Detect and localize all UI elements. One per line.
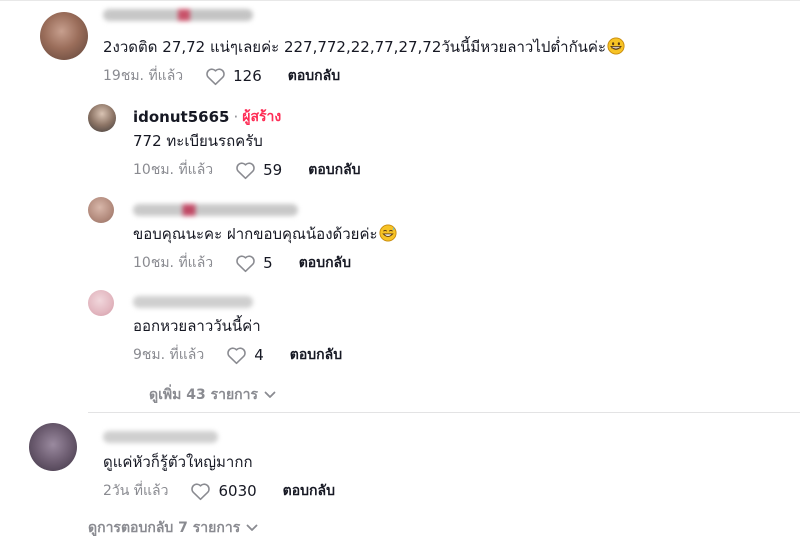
avatar[interactable] bbox=[88, 290, 114, 316]
comment-meta: 19ชม. ที่แล้ว 126 ตอบกลับ bbox=[103, 66, 340, 86]
comment-text: 2งวดติด 27,72 แน่ๆเลยค่ะ 227,772,22,77,2… bbox=[103, 37, 625, 57]
heart-icon bbox=[227, 346, 247, 364]
like-count: 6030 bbox=[218, 482, 257, 500]
comment-meta: 10ชม. ที่แล้ว 59 ตอบกลับ bbox=[133, 160, 361, 180]
like-button[interactable]: 59 bbox=[235, 161, 282, 180]
username-blurred[interactable] bbox=[133, 204, 298, 216]
avatar[interactable] bbox=[88, 104, 116, 132]
avatar[interactable] bbox=[29, 423, 77, 471]
reply-button[interactable]: ตอบกลับ bbox=[299, 252, 351, 274]
separator: · bbox=[233, 108, 239, 126]
username-blurred[interactable] bbox=[103, 431, 218, 443]
heart-icon bbox=[236, 254, 255, 272]
author-line: idonut5665 · ผู้สร้าง bbox=[133, 106, 281, 128]
view-replies-button[interactable]: ดูการตอบกลับ 7 รายการ bbox=[88, 517, 258, 539]
username-blurred[interactable] bbox=[103, 9, 253, 21]
comment-time: 10ชม. ที่แล้ว bbox=[133, 162, 214, 178]
view-replies-label: ดูการตอบกลับ 7 รายการ bbox=[88, 520, 241, 536]
comment-meta: 2วัน ที่แล้ว 6030 ตอบกลับ bbox=[103, 481, 335, 501]
comment-time: 19ชม. ที่แล้ว bbox=[103, 68, 184, 84]
comment-time: 2วัน ที่แล้ว bbox=[103, 483, 169, 499]
sweat-smile-icon bbox=[379, 224, 397, 242]
top-divider bbox=[0, 0, 800, 1]
reply-button[interactable]: ตอบกลับ bbox=[283, 480, 335, 502]
reply-button[interactable]: ตอบกลับ bbox=[308, 159, 360, 181]
like-button[interactable]: 4 bbox=[226, 346, 264, 365]
heart-icon bbox=[236, 161, 255, 179]
grinning-face-icon bbox=[607, 37, 625, 55]
like-button[interactable]: 5 bbox=[235, 254, 273, 273]
like-button[interactable]: 6030 bbox=[190, 482, 257, 501]
like-count: 4 bbox=[254, 346, 264, 364]
chevron-down-icon bbox=[264, 391, 276, 398]
comment-text: ออกหวยลาววันนี้ค่า bbox=[133, 317, 261, 335]
comment-time: 10ชม. ที่แล้ว bbox=[133, 255, 214, 271]
comment-meta: 10ชม. ที่แล้ว 5 ตอบกลับ bbox=[133, 253, 351, 273]
avatar[interactable] bbox=[40, 12, 88, 60]
reply-button[interactable]: ตอบกลับ bbox=[290, 344, 342, 366]
chevron-down-icon bbox=[246, 524, 258, 531]
heart-icon bbox=[191, 482, 211, 500]
comment-text: 772 ทะเบียนรถครับ bbox=[133, 132, 263, 150]
like-count: 5 bbox=[263, 254, 273, 272]
creator-badge: ผู้สร้าง bbox=[242, 109, 282, 125]
username-blurred[interactable] bbox=[133, 296, 253, 308]
comment-meta: 9ชม. ที่แล้ว 4 ตอบกลับ bbox=[133, 345, 342, 365]
view-more-replies-button[interactable]: ดูเพิ่ม 43 รายการ bbox=[149, 384, 276, 406]
like-count: 59 bbox=[263, 161, 283, 179]
like-count: 126 bbox=[233, 67, 262, 85]
comment-time: 9ชม. ที่แล้ว bbox=[133, 347, 205, 363]
view-more-label: ดูเพิ่ม 43 รายการ bbox=[149, 387, 259, 403]
heart-icon bbox=[206, 67, 225, 85]
comment-text: ขอบคุณนะคะ ฝากขอบคุณน้องด้วยค่ะ bbox=[133, 224, 397, 244]
comment-text: ดูแค่หัวก็รู้ตัวใหญ่มากก bbox=[103, 453, 253, 471]
like-button[interactable]: 126 bbox=[205, 67, 262, 86]
divider bbox=[88, 412, 800, 413]
author-name[interactable]: idonut5665 bbox=[133, 108, 229, 126]
avatar[interactable] bbox=[88, 197, 114, 223]
reply-button[interactable]: ตอบกลับ bbox=[288, 65, 340, 87]
